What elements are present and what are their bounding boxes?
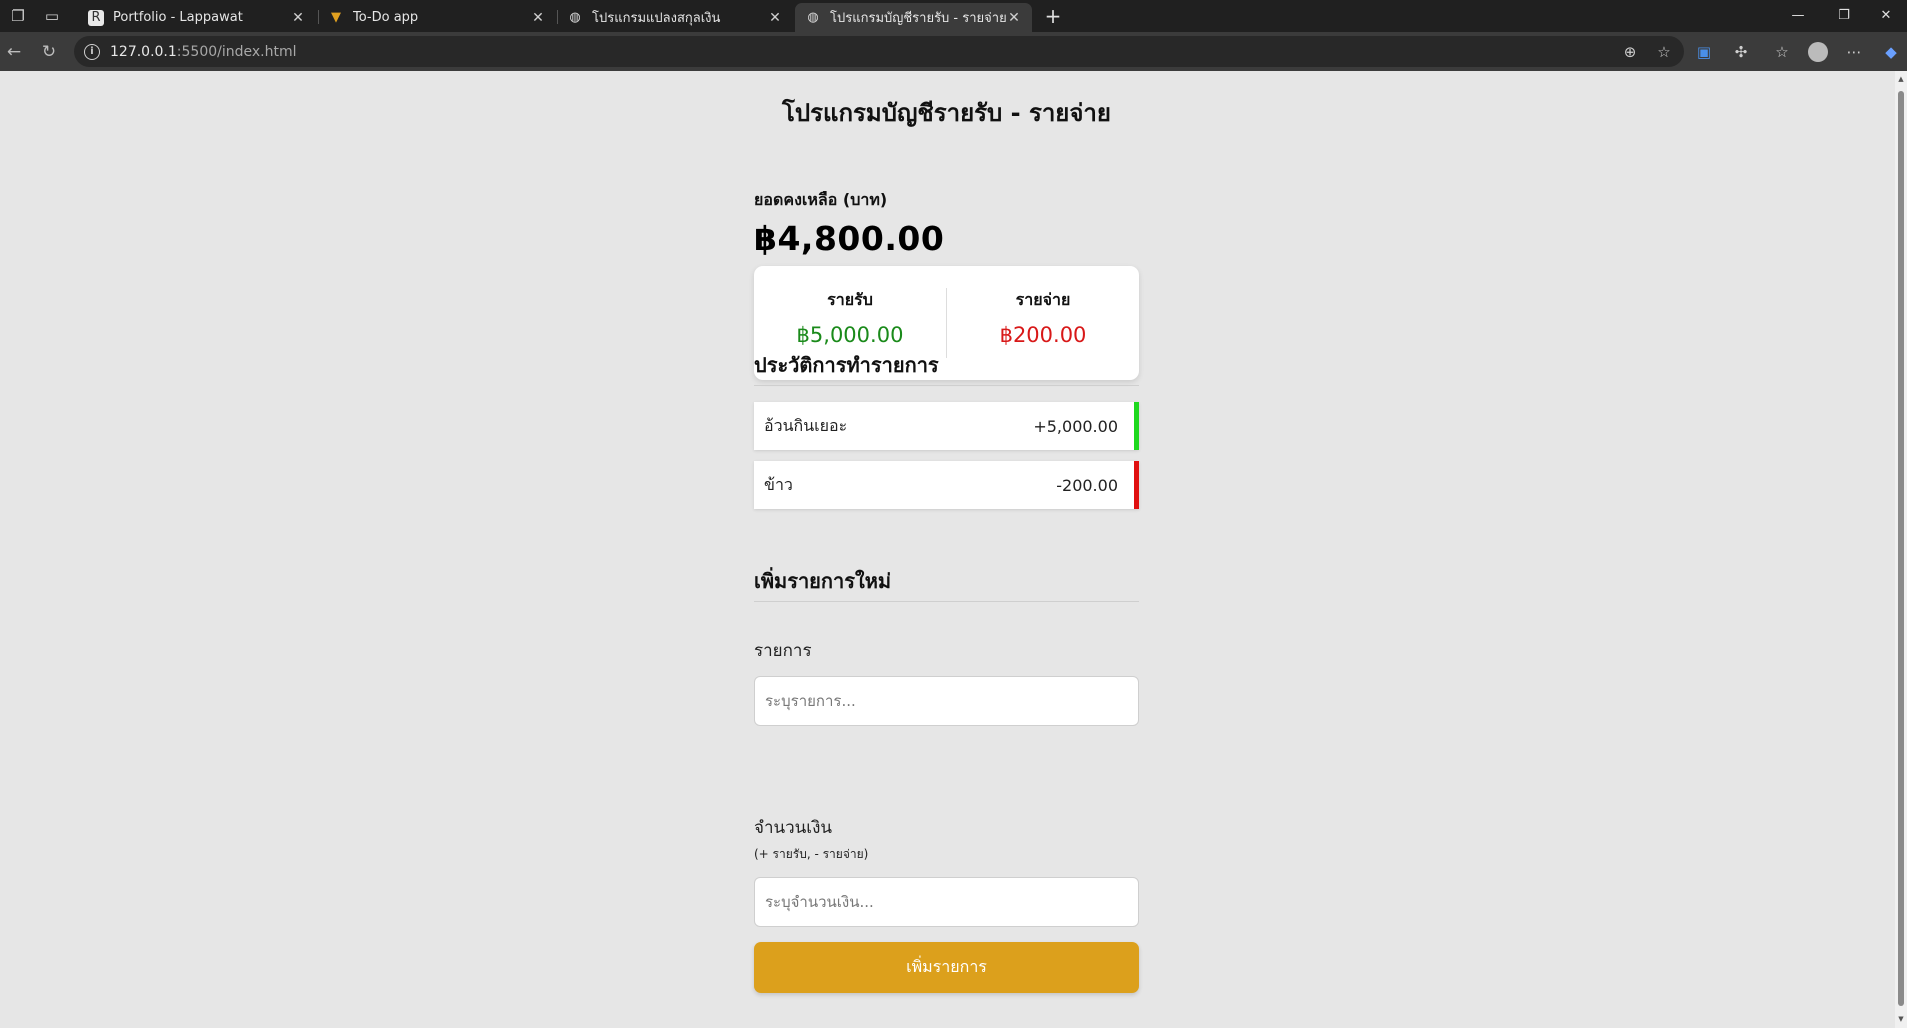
transaction-amount: +5,000.00: [1033, 416, 1118, 436]
scroll-down-icon[interactable]: ▼: [1897, 1015, 1905, 1023]
transaction-name: อ้วนกินเยอะ: [764, 415, 848, 435]
transaction-amount: -200.00: [1056, 475, 1118, 495]
transaction-item[interactable]: อ้วนกินเยอะ +5,000.00: [754, 402, 1139, 450]
tab-title: Portfolio - Lappawat: [113, 10, 243, 25]
back-icon[interactable]: ←: [2, 40, 26, 64]
add-transaction-button[interactable]: เพิ่มรายการ: [754, 942, 1139, 993]
restore-icon[interactable]: ❐: [1824, 4, 1864, 26]
tab-todo[interactable]: ▼ To-Do app ✕: [318, 3, 556, 32]
form-divider: [754, 601, 1139, 602]
transaction-name: ข้าว: [764, 474, 793, 494]
history-title: ประวัติการทำรายการ: [754, 353, 939, 377]
amount-field-label: จำนวนเงิน: [754, 818, 833, 838]
tab-title: To-Do app: [353, 10, 419, 25]
expense-label: รายจ่าย: [1015, 290, 1071, 309]
zoom-icon[interactable]: ⊕: [1618, 40, 1642, 64]
close-tab-icon[interactable]: ✕: [767, 10, 783, 26]
address-bar[interactable]: i 127.0.0.1:5500/index.html ⊕ ☆: [74, 36, 1684, 67]
text-input[interactable]: [754, 676, 1139, 726]
tab-title: โปรแกรมบัญชีรายรับ - รายจ่าย: [830, 11, 1006, 26]
favorites-icon[interactable]: ☆: [1770, 40, 1794, 64]
browser-toolbar: ← ↻ i 127.0.0.1:5500/index.html ⊕ ☆ ▣ ✣ …: [0, 32, 1907, 71]
scroll-up-icon[interactable]: ▲: [1897, 75, 1905, 83]
income-label: รายรับ: [827, 290, 873, 309]
add-form-title: เพิ่มรายการใหม่: [754, 569, 892, 593]
site-info-icon[interactable]: i: [84, 43, 100, 60]
expense-summary: รายจ่าย ฿200.00: [947, 266, 1139, 380]
balance-value: ฿4,800.00: [754, 219, 945, 258]
vite-favicon-icon: ▼: [331, 10, 341, 25]
amount-hint: (+ รายรับ, - รายจ่าย): [754, 847, 869, 861]
transaction-item[interactable]: ข้าว -200.00: [754, 461, 1139, 509]
close-tab-icon[interactable]: ✕: [530, 10, 546, 26]
balance-label: ยอดคงเหลือ (บาท): [754, 190, 888, 209]
page-title: โปรแกรมบัญชีรายรับ - รายจ่าย: [782, 99, 1111, 127]
tab-portfolio[interactable]: R Portfolio - Lappawat ✕: [78, 3, 316, 32]
favorite-star-icon[interactable]: ☆: [1652, 40, 1676, 64]
expense-value: ฿200.00: [999, 323, 1087, 347]
collections-icon[interactable]: ▣: [1692, 40, 1716, 64]
url-text: 127.0.0.1:5500/index.html: [110, 44, 297, 60]
copilot-icon[interactable]: ◆: [1879, 40, 1903, 64]
portfolio-favicon-icon: R: [88, 9, 104, 26]
tab-title: โปรแกรมแปลงสกุลเงิน: [592, 11, 721, 26]
tab-currency[interactable]: ◍ โปรแกรมแปลงสกุลเงิน ✕: [557, 3, 793, 32]
page-viewport: โปรแกรมบัญชีรายรับ - รายจ่าย ยอดคงเหลือ …: [0, 71, 1895, 1028]
close-tab-icon[interactable]: ✕: [1006, 10, 1022, 26]
close-window-icon[interactable]: ✕: [1866, 4, 1906, 26]
refresh-icon[interactable]: ↻: [37, 40, 61, 64]
url-path: :5500/index.html: [176, 43, 297, 60]
globe-icon: ◍: [569, 10, 581, 25]
url-host: 127.0.0.1: [110, 43, 177, 60]
minimize-icon[interactable]: —: [1778, 4, 1818, 26]
income-value: ฿5,000.00: [796, 323, 904, 347]
tab-accounting[interactable]: ◍ โปรแกรมบัญชีรายรับ - รายจ่าย ✕: [795, 3, 1032, 32]
workspaces-icon[interactable]: ❐: [8, 6, 28, 26]
browser-tab-bar: ❐ ▭ R Portfolio - Lappawat ✕ ▼ To-Do app…: [0, 0, 1907, 32]
history-divider: [754, 385, 1139, 386]
tab-actions-icon[interactable]: ▭: [42, 6, 62, 26]
extensions-icon[interactable]: ✣: [1729, 40, 1753, 64]
new-tab-icon[interactable]: +: [1042, 3, 1064, 29]
scrollbar-thumb[interactable]: [1898, 91, 1904, 1006]
close-tab-icon[interactable]: ✕: [290, 10, 306, 26]
page-scrollbar[interactable]: ▲ ▼: [1895, 71, 1907, 1028]
globe-icon: ◍: [807, 10, 819, 25]
profile-avatar-icon[interactable]: [1806, 40, 1830, 64]
amount-input[interactable]: [754, 877, 1139, 927]
text-field-label: รายการ: [754, 641, 812, 661]
more-menu-icon[interactable]: ⋯: [1842, 40, 1866, 64]
